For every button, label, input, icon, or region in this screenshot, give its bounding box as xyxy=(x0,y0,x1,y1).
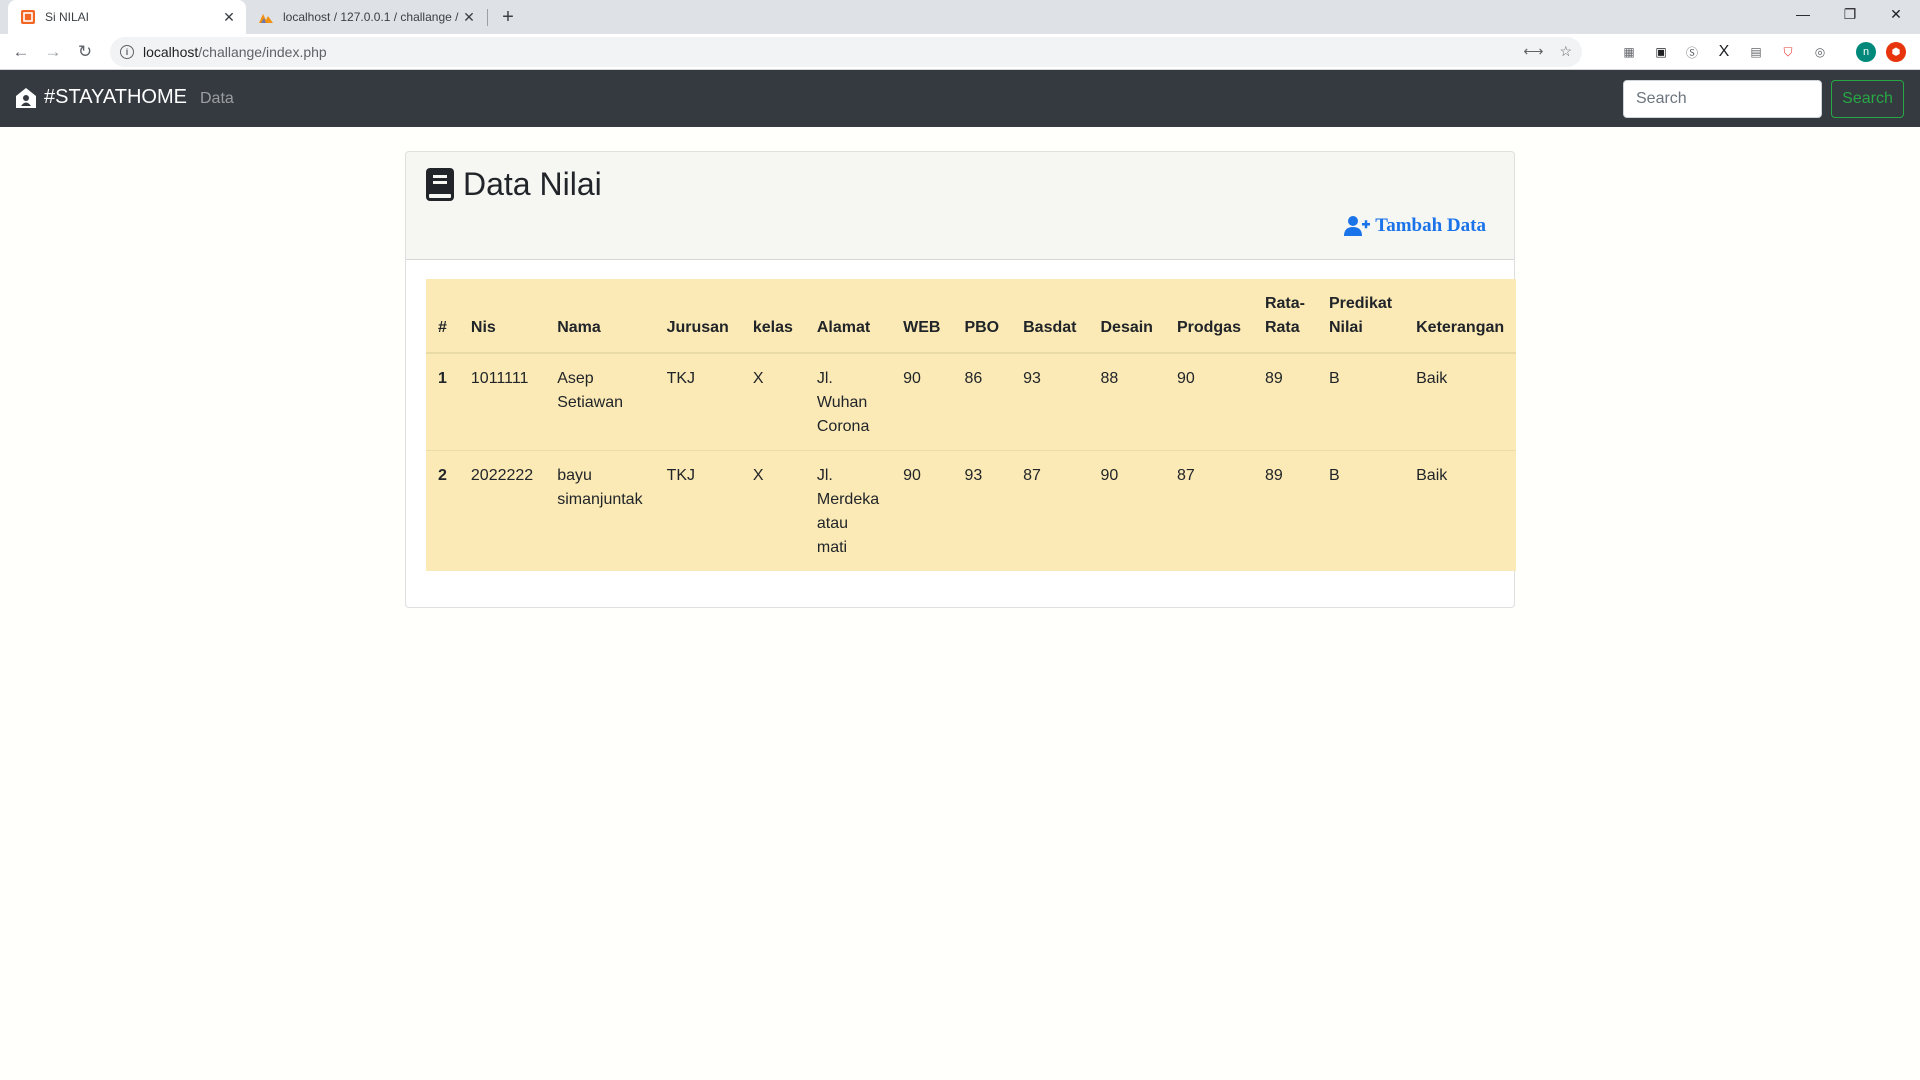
cell-prodgas: 90 xyxy=(1176,370,1195,387)
reload-icon[interactable]: ↻ xyxy=(71,38,99,66)
extension-target-icon[interactable]: ◎ xyxy=(1810,42,1830,62)
close-tab-icon[interactable]: ✕ xyxy=(220,8,238,26)
extension-s-icon[interactable]: Ⓢ xyxy=(1682,42,1702,62)
tab-si-nilai[interactable]: Si NILAI ✕ xyxy=(8,0,246,34)
add-data-button[interactable]: Tambah Data xyxy=(1344,215,1486,237)
tab-title: localhost / 127.0.0.1 / challange / xyxy=(283,10,459,24)
col-header-keterangan: Keterangan xyxy=(1404,279,1517,354)
extension-gamepad-icon[interactable]: ▣ xyxy=(1651,42,1671,62)
cell-kelas: X xyxy=(752,370,764,387)
restore-icon[interactable]: ❐ xyxy=(1827,0,1873,28)
browser-toolbar: ← → ↻ i localhost/challange/index.php ⟷ … xyxy=(0,34,1920,70)
cell-basdat: 93 xyxy=(1023,370,1041,387)
col-header-basdat: Basdat xyxy=(1011,279,1089,354)
cell-basdat: 87 xyxy=(1011,450,1089,571)
cell-no: 1 xyxy=(438,370,447,387)
cell-nama: bayu simanjuntak xyxy=(545,450,655,571)
table-row: 2 2022222 bayu simanjuntak TKJ X Jl. Mer… xyxy=(426,450,1517,571)
cell-web: 90 xyxy=(903,370,921,387)
extension-grid-icon[interactable]: ▦ xyxy=(1619,42,1639,62)
cell-predikat: B xyxy=(1316,450,1405,571)
col-header-desain: Desain xyxy=(1088,279,1165,354)
col-header-web: WEB xyxy=(891,279,953,354)
brand-text: #STAYATHOME xyxy=(44,86,187,108)
col-header-no: # xyxy=(426,279,459,354)
col-header-prodgas: Prodgas xyxy=(1164,279,1253,354)
col-header-alamat: Alamat xyxy=(804,279,892,354)
browser-tab-strip: Si NILAI ✕ localhost / 127.0.0.1 / chall… xyxy=(0,0,1920,34)
url-path: /challange/index.php xyxy=(198,44,327,60)
extension-x-icon[interactable]: X xyxy=(1714,42,1734,62)
cell-rata-rata: 89 xyxy=(1264,370,1283,387)
phpmyadmin-icon xyxy=(258,9,274,25)
address-bar[interactable]: i localhost/challange/index.php ⟷ ☆ xyxy=(110,37,1582,67)
tab-title: Si NILAI xyxy=(45,10,90,24)
book-icon xyxy=(426,168,454,201)
card-header: Data Nilai Tambah Data xyxy=(406,152,1514,260)
bookmark-star-icon[interactable]: ☆ xyxy=(1559,43,1572,60)
search-input[interactable] xyxy=(1623,80,1822,118)
cell-nis: 1011111 xyxy=(470,370,529,387)
cell-keterangan: Baik xyxy=(1416,370,1448,387)
cell-jurusan: TKJ xyxy=(654,450,741,571)
nav-link-data[interactable]: Data xyxy=(200,90,234,108)
new-tab-icon[interactable]: + xyxy=(496,5,520,29)
page-title-text: Data Nilai xyxy=(463,166,602,202)
col-header-nama: Nama xyxy=(545,279,655,354)
table-header-row: # Nis Nama Jurusan kelas Alamat WEB PBO … xyxy=(426,279,1517,354)
house-user-icon xyxy=(16,87,36,108)
add-data-label: Tambah Data xyxy=(1375,215,1486,236)
forward-icon[interactable]: → xyxy=(39,38,67,66)
cell-alamat: Jl. Merdeka atau mati xyxy=(804,450,892,571)
user-plus-icon xyxy=(1344,216,1371,236)
close-window-icon[interactable]: ✕ xyxy=(1873,0,1919,28)
cell-web: 90 xyxy=(891,450,953,571)
search-button[interactable]: Search xyxy=(1831,80,1904,118)
cell-predikat: B xyxy=(1328,370,1340,387)
close-tab-icon[interactable]: ✕ xyxy=(460,8,478,26)
translate-icon[interactable]: ⟷ xyxy=(1523,43,1543,60)
cell-alamat: Jl. Wuhan Corona xyxy=(816,370,870,435)
col-header-kelas: kelas xyxy=(740,279,805,354)
cell-pbo: 93 xyxy=(952,450,1012,571)
col-header-predikat: Predikat Nilai xyxy=(1316,279,1405,354)
cell-desain: 90 xyxy=(1088,450,1165,571)
cell-jurusan: TKJ xyxy=(666,370,696,387)
navbar: #STAYATHOME Data Search xyxy=(0,70,1920,127)
col-header-rata-rata: Rata-Rata xyxy=(1252,279,1317,354)
tab-phpmyadmin[interactable]: localhost / 127.0.0.1 / challange / ✕ xyxy=(246,0,486,34)
grades-table: # Nis Nama Jurusan kelas Alamat WEB PBO … xyxy=(426,279,1517,571)
profile-avatar-icon[interactable]: n xyxy=(1856,42,1876,62)
col-header-pbo: PBO xyxy=(952,279,1012,354)
site-info-icon[interactable]: i xyxy=(120,45,134,59)
cell-desain: 88 xyxy=(1100,370,1119,387)
tab-separator xyxy=(487,9,488,26)
extension-ublock-icon[interactable]: ⬢ xyxy=(1886,42,1906,62)
cell-kelas: X xyxy=(740,450,805,571)
minimize-icon[interactable]: — xyxy=(1780,0,1826,28)
cell-prodgas: 87 xyxy=(1164,450,1253,571)
col-header-nis: Nis xyxy=(458,279,546,354)
col-header-jurusan: Jurusan xyxy=(654,279,741,354)
cell-nama: Asep Setiawan xyxy=(557,370,624,411)
back-icon[interactable]: ← xyxy=(7,38,35,66)
tab-favicon-icon xyxy=(20,9,36,25)
data-card: Data Nilai Tambah Data # Nis Nama Jurusa… xyxy=(405,151,1517,608)
cell-pbo: 86 xyxy=(964,370,983,387)
cell-rata-rata: 89 xyxy=(1252,450,1317,571)
cell-no: 2 xyxy=(426,450,459,571)
cell-keterangan: Baik xyxy=(1404,450,1517,571)
cell-nis: 2022222 xyxy=(458,450,546,571)
extension-table-icon[interactable]: ▤ xyxy=(1746,42,1766,62)
extension-shield-icon[interactable]: ⛉ xyxy=(1778,42,1798,62)
navbar-brand[interactable]: #STAYATHOME xyxy=(15,86,187,109)
table-row: 1 1011111 Asep Setiawan TKJ X Jl. Wuhan … xyxy=(426,353,1516,451)
page-title: Data Nilai xyxy=(426,166,602,203)
url-host: localhost xyxy=(143,44,199,60)
